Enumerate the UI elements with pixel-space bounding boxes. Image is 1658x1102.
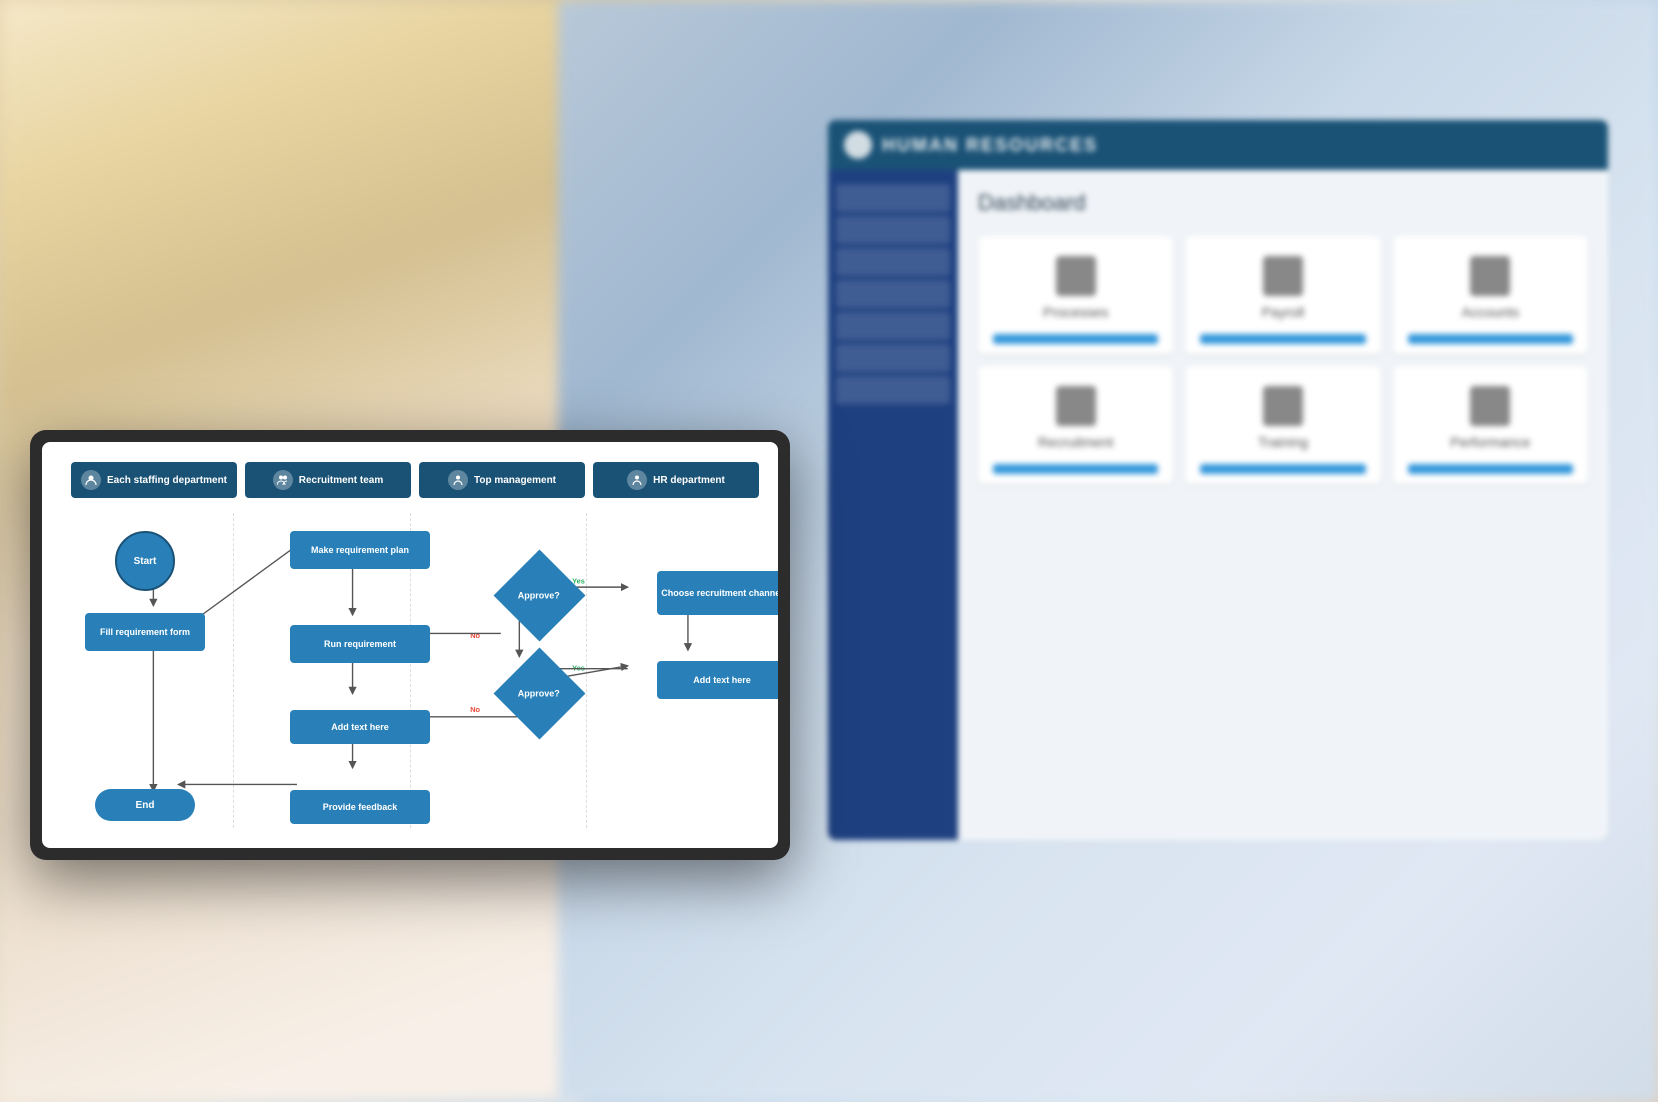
training-label: Training bbox=[1258, 434, 1308, 450]
monitor-sidebar bbox=[828, 170, 958, 840]
processes-label: Processes bbox=[1043, 304, 1108, 320]
dash-card-payroll: Payroll bbox=[1185, 236, 1380, 354]
dash-card-accounts: Accounts bbox=[1393, 236, 1588, 354]
processes-icon bbox=[1056, 256, 1096, 296]
node-approve1-label: Approve? bbox=[518, 590, 560, 600]
monitor-header: HUMAN RESOURCES bbox=[828, 120, 1608, 170]
processes-bar bbox=[993, 334, 1158, 344]
payroll-label: Payroll bbox=[1262, 304, 1305, 320]
staffing-header-label: Each staffing department bbox=[107, 475, 227, 486]
node-add-text1-label: Add text here bbox=[331, 722, 389, 732]
tablet-container: Each staffing department Recruitment tea… bbox=[30, 430, 790, 860]
node-feedback-label: Provide feedback bbox=[323, 802, 398, 812]
dash-card-performance: Performance bbox=[1393, 366, 1588, 484]
management-header-label: Top management bbox=[474, 475, 556, 486]
recruitment-team-icon bbox=[273, 470, 293, 490]
node-choose-channel: Choose recruitment channel bbox=[657, 571, 778, 615]
col-header-staffing: Each staffing department bbox=[71, 462, 237, 498]
recruitment-label: Recruitment bbox=[1038, 434, 1113, 450]
col-header-hr: HR department bbox=[593, 462, 759, 498]
payroll-icon bbox=[1263, 256, 1303, 296]
node-add-text2: Add text here bbox=[657, 661, 778, 699]
hr-dept-icon bbox=[627, 470, 647, 490]
node-end: End bbox=[95, 789, 195, 821]
accounts-icon bbox=[1470, 256, 1510, 296]
node-start: Start bbox=[115, 531, 175, 591]
monitor-screen: HUMAN RESOURCES Dashboard Processes P bbox=[828, 120, 1608, 840]
dash-card-processes: Processes bbox=[978, 236, 1173, 354]
node-run-req-label: Run requirement bbox=[324, 639, 396, 649]
dash-card-training: Training bbox=[1185, 366, 1380, 484]
monitor-title: HUMAN RESOURCES bbox=[882, 135, 1098, 156]
management-icon bbox=[448, 470, 468, 490]
node-feedback: Provide feedback bbox=[290, 790, 430, 824]
node-make-plan-label: Make requirement plan bbox=[311, 545, 409, 555]
node-approve2-label: Approve? bbox=[518, 688, 560, 698]
training-bar bbox=[1200, 464, 1365, 474]
dash-card-recruitment: Recruitment bbox=[978, 366, 1173, 484]
flowchart-body: Yes No Yes No bbox=[57, 513, 763, 828]
hr-header-label: HR department bbox=[653, 475, 725, 486]
node-run-req: Run requirement bbox=[290, 625, 430, 663]
recruitment-header-label: Recruitment team bbox=[299, 475, 383, 486]
node-start-label: Start bbox=[134, 556, 157, 567]
recruitment-bar bbox=[993, 464, 1158, 474]
col-header-recruitment: Recruitment team bbox=[245, 462, 411, 498]
accounts-label: Accounts bbox=[1462, 304, 1520, 320]
performance-label: Performance bbox=[1450, 434, 1530, 450]
node-approve2: Approve? bbox=[494, 648, 586, 740]
node-end-label: End bbox=[136, 800, 155, 811]
staffing-icon bbox=[81, 470, 101, 490]
node-make-plan: Make requirement plan bbox=[290, 531, 430, 569]
node-fill-req: Fill requirement form bbox=[85, 613, 205, 651]
performance-bar bbox=[1408, 464, 1573, 474]
accounts-bar bbox=[1408, 334, 1573, 344]
payroll-bar bbox=[1200, 334, 1365, 344]
node-approve1: Approve? bbox=[494, 550, 586, 642]
training-icon bbox=[1263, 386, 1303, 426]
col-header-management: Top management bbox=[419, 462, 585, 498]
recruitment-icon bbox=[1056, 386, 1096, 426]
flowchart-area: Each staffing department Recruitment tea… bbox=[42, 442, 778, 848]
node-fill-req-label: Fill requirement form bbox=[100, 627, 190, 637]
flowchart-headers: Each staffing department Recruitment tea… bbox=[57, 462, 763, 498]
node-add-text1: Add text here bbox=[290, 710, 430, 744]
svg-text:Yes: Yes bbox=[572, 664, 585, 673]
performance-icon bbox=[1470, 386, 1510, 426]
dashboard-grid: Processes Payroll Accounts Recruitment bbox=[978, 236, 1588, 484]
dashboard-title: Dashboard bbox=[978, 190, 1588, 216]
monitor-content: Dashboard Processes Payroll Accounts bbox=[828, 170, 1608, 840]
svg-text:No: No bbox=[470, 705, 480, 714]
hr-icon bbox=[844, 131, 872, 159]
tablet-screen: Each staffing department Recruitment tea… bbox=[42, 442, 778, 848]
node-choose-channel-label: Choose recruitment channel bbox=[661, 588, 778, 598]
svg-text:No: No bbox=[470, 631, 480, 640]
node-add-text2-label: Add text here bbox=[693, 675, 751, 685]
monitor-main: Dashboard Processes Payroll Accounts bbox=[958, 170, 1608, 840]
